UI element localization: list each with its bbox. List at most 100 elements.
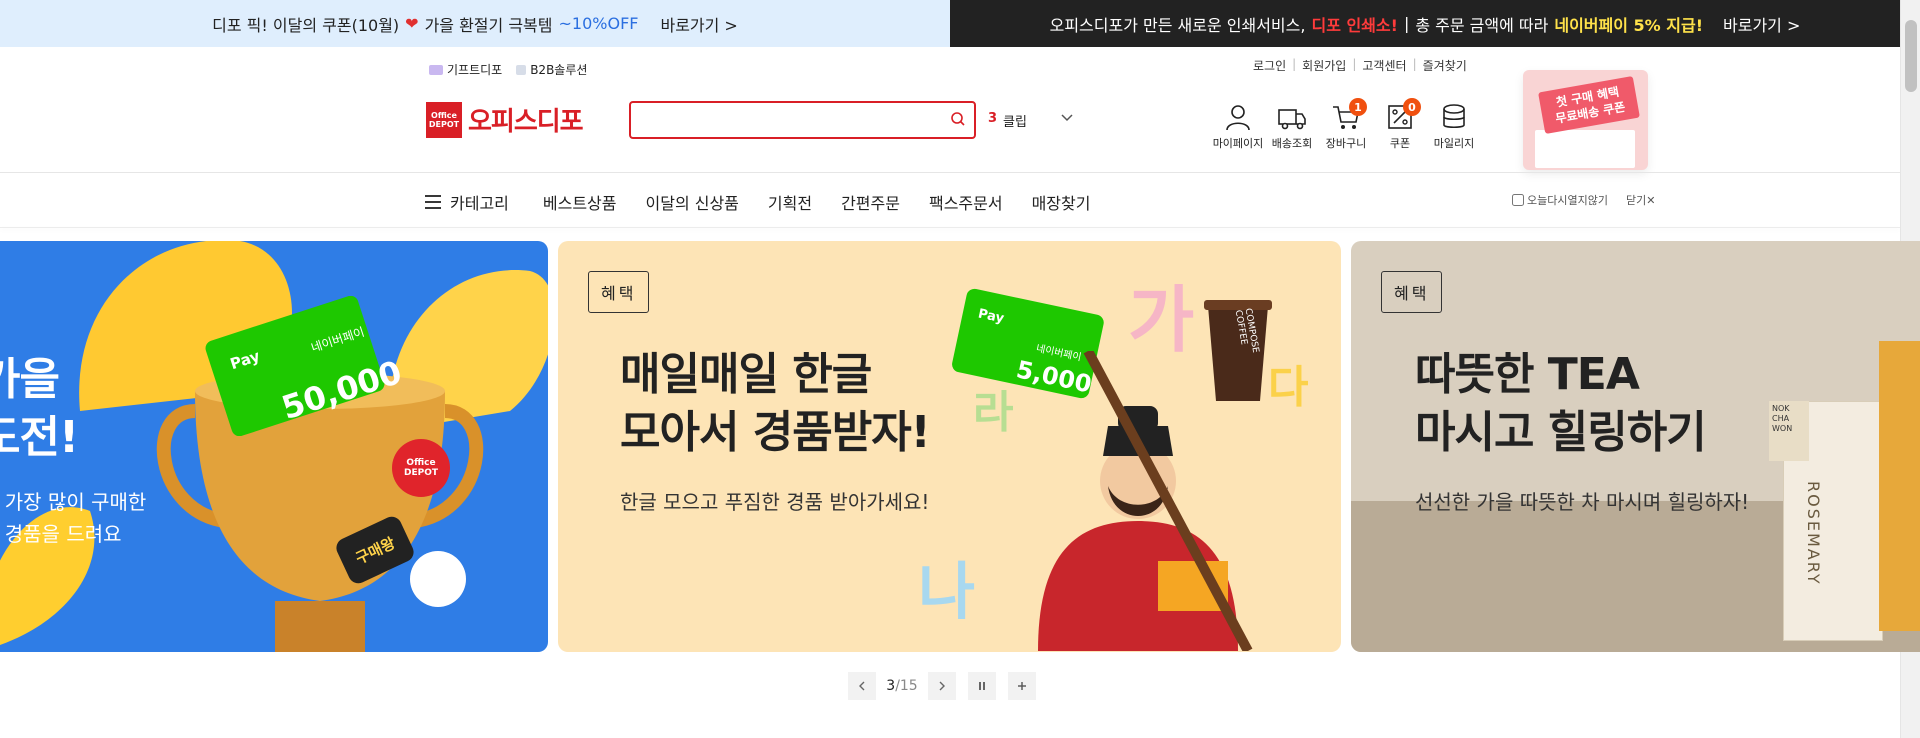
popular-keyword[interactable]: 3 클립 [988, 111, 1027, 130]
banner-slide-2[interactable]: Pay 네이버페이 50,000 Office DEPOT 구매왕 가을 도전!… [0, 241, 548, 652]
banner-slide-4[interactable]: 혜택 따뜻한 TEA 마시고 힐링하기 선선한 가을 따뜻한 차 마시며 힐링하… [1351, 241, 1920, 652]
view-all-button[interactable] [1008, 672, 1036, 700]
promo-right[interactable]: 오피스디포가 만든 새로운 인쇄서비스, 디포 인쇄소! | 총 주문 금액에 … [950, 0, 1900, 47]
divider: | [1412, 57, 1417, 71]
today-close-text: 오늘다시열지않기 [1527, 194, 1608, 207]
cart-label: 장바구니 [1325, 137, 1367, 150]
nav-item-exhibition[interactable]: 기획전 [768, 190, 812, 214]
promo-right-text: 오피스디포가 만든 새로운 인쇄서비스, [1049, 15, 1306, 35]
promo-left-go-link[interactable]: 바로가기 > [660, 12, 737, 36]
popular-keyword-text: 클립 [1003, 115, 1027, 130]
flower-icon [410, 551, 466, 607]
prev-button[interactable] [848, 672, 876, 700]
hamburger-icon [425, 195, 441, 209]
util-left: 기프트디포 B2B솔루션 [429, 61, 587, 78]
banner1-title-line1: 가을 [0, 354, 60, 405]
today-close-checkbox[interactable] [1512, 194, 1524, 206]
site-logo[interactable]: Office DEPOT 오피스디포 [426, 101, 584, 138]
banner1-sub-line2: 로 경품을 드려요 [0, 522, 122, 546]
coupon-button[interactable]: 쿠폰 0 [1373, 98, 1427, 151]
scrollbar-thumb[interactable] [1905, 20, 1917, 92]
king-sejong-character [1038, 351, 1253, 651]
banner2-title-line2: 모아서 경품받자! [620, 407, 931, 458]
gift-depot-link[interactable]: 기프트디포 [429, 61, 502, 78]
search-box [629, 101, 976, 139]
banner1-trophy-logo: Office DEPOT [392, 439, 450, 497]
login-link[interactable]: 로그인 [1253, 57, 1286, 74]
banner2-tag: 혜택 [588, 271, 650, 313]
close-button[interactable]: 닫기✕ [1626, 192, 1655, 208]
coins-icon [1443, 104, 1465, 129]
category-menu-button[interactable]: 카테고리 [424, 190, 509, 214]
banner2-sub: 한글 모으고 푸짐한 경품 받아가세요! [620, 490, 930, 514]
promo-bar: 디포 픽! 이달의 쿠폰(10월) ❤ 가을 환절기 극복템 ~10%OFF 바… [0, 0, 1900, 47]
divider: | [1352, 57, 1357, 71]
promo-right-highlight2: 네이버페이 5% 지급! [1554, 15, 1704, 35]
gift-icon [429, 64, 443, 75]
pager-count: 3/15 [876, 678, 928, 694]
first-purchase-coupon[interactable]: 첫 구매 혜택 무료배송 쿠폰 [1523, 70, 1648, 170]
promo-left[interactable]: 디포 픽! 이달의 쿠폰(10월) ❤ 가을 환절기 극복템 ~10%OFF 바… [0, 0, 950, 47]
promo-left-text: 디포 픽! 이달의 쿠폰(10월) [212, 15, 400, 35]
nav-divider [0, 227, 1900, 228]
header-icons: 마이페이지 배송조회 장바구니 1 쿠폰 0 마일리지 [1211, 98, 1481, 151]
nav-item-store-finder[interactable]: 매장찾기 [1032, 190, 1091, 214]
tea-box-label: ROSEMARY [1804, 481, 1823, 586]
coupon-label: 쿠폰 [1389, 137, 1411, 150]
delivery-label: 배송조회 [1271, 137, 1313, 150]
truck-icon [1278, 109, 1306, 130]
customer-center-link[interactable]: 고객센터 [1362, 57, 1406, 74]
join-link[interactable]: 회원가입 [1302, 57, 1346, 74]
nav-item-best[interactable]: 베스트상품 [543, 190, 617, 214]
chevron-left-icon [859, 681, 865, 691]
today-close-checkbox-label[interactable]: 오늘다시열지않기 [1512, 192, 1608, 208]
b2b-solution-link[interactable]: B2B솔루션 [516, 61, 587, 78]
pager-current: 3 [886, 678, 896, 694]
promo-right-highlight: 디포 인쇄소! [1311, 15, 1398, 35]
mypage-button[interactable]: 마이페이지 [1211, 102, 1265, 151]
next-button[interactable] [928, 672, 956, 700]
main-nav: 카테고리 베스트상품 이달의 신상품 기획전 간편주문 팩스주문서 매장찾기 [424, 190, 1119, 214]
logo-mark: Office DEPOT [426, 101, 462, 138]
plus-icon [1018, 682, 1026, 690]
banner-slide-3[interactable]: 혜택 매일매일 한글 모아서 경품받자! 한글 모으고 푸짐한 경품 받아가세요… [558, 241, 1341, 652]
search-input[interactable] [631, 103, 931, 137]
banner3-sub: 선선한 가을 따뜻한 차 마시며 힐링하자! [1415, 490, 1750, 514]
util-right: 로그인 | 회원가입 | 고객센터 | 즐겨찾기 [1253, 57, 1467, 74]
pause-button[interactable] [968, 672, 996, 700]
mypage-label: 마이페이지 [1212, 137, 1264, 150]
banner2-letter-na: 나 [918, 555, 976, 628]
user-icon [1226, 105, 1250, 131]
banner1-title-line2: 도전! [0, 412, 79, 463]
b2b-solution-label: B2B솔루션 [530, 63, 588, 77]
mileage-button[interactable]: 마일리지 [1427, 102, 1481, 151]
building-icon [516, 64, 527, 75]
category-label: 카테고리 [450, 194, 509, 213]
coupon-badge: 0 [1403, 98, 1421, 116]
search-icon[interactable] [950, 111, 966, 131]
banner1-sub: 을 가장 많이 구매한 로 경품을 드려요 [0, 486, 146, 550]
promo-right-sep: | [1403, 14, 1410, 33]
mileage-label: 마일리지 [1433, 137, 1475, 150]
popup-close-area: 오늘다시열지않기 닫기✕ [1512, 192, 1655, 208]
promo-right-go-link[interactable]: 바로가기 > [1723, 12, 1800, 36]
promo-left-text2: 가을 환절기 극복템 [424, 15, 553, 35]
banner3-title-line1: 따뜻한 TEA [1415, 349, 1640, 400]
chevron-right-icon [939, 681, 945, 691]
tea-box-orange [1879, 341, 1920, 631]
close-icon: ✕ [1646, 194, 1656, 207]
cart-button[interactable]: 장바구니 1 [1319, 98, 1373, 151]
banner3-title-line2: 마시고 힐링하기 [1415, 407, 1707, 458]
header-divider [0, 172, 1900, 173]
close-label: 닫기 [1625, 194, 1647, 207]
nav-item-fax-order[interactable]: 팩스주문서 [929, 190, 1003, 214]
cart-badge: 1 [1349, 98, 1367, 116]
chevron-down-icon[interactable] [1060, 110, 1074, 129]
nav-item-quick-order[interactable]: 간편주문 [841, 190, 900, 214]
banner2-title-line1: 매일매일 한글 [620, 349, 872, 400]
nav-item-new[interactable]: 이달의 신상품 [646, 190, 739, 214]
banner-pager: 3/15 [848, 672, 1036, 700]
divider: | [1292, 57, 1297, 71]
delivery-button[interactable]: 배송조회 [1265, 102, 1319, 151]
favorites-link[interactable]: 즐겨찾기 [1423, 57, 1467, 74]
